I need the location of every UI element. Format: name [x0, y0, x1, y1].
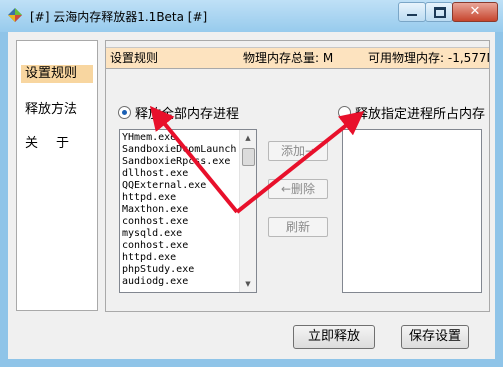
radio-release-specific[interactable]: 释放指定进程所占内存 — [338, 103, 485, 122]
client-area: 设置规则 释放方法 关于 设置规则 物理内存总量: M 可用物理内存: -1,5… — [8, 32, 495, 359]
list-item[interactable]: phpStudy.exe — [122, 264, 240, 276]
list-item[interactable]: conhost.exe — [122, 216, 240, 228]
close-button[interactable]: ✕ — [452, 2, 498, 22]
settings-panel: 设置规则 物理内存总量: M 可用物理内存: -1,577M 释放全部内存进程 … — [105, 40, 490, 312]
title-bar[interactable]: [#] 云海内存释放器1.1Beta [#] ✕ — [0, 0, 503, 32]
sidebar-item-about-label: 关于 — [25, 136, 88, 151]
radio-release-specific-label: 释放指定进程所占内存 — [355, 107, 486, 122]
add-button[interactable]: 添加→ — [268, 141, 328, 161]
list-item[interactable]: httpd.exe — [122, 252, 240, 264]
process-list[interactable]: YHmem.exe SandboxieDcomLaunch SandboxieR… — [119, 129, 257, 293]
selected-process-list[interactable] — [342, 129, 482, 293]
list-item[interactable]: httpd.exe — [122, 192, 240, 204]
scroll-down-icon[interactable]: ▼ — [240, 276, 256, 292]
radio-release-all-label: 释放全部内存进程 — [135, 107, 240, 122]
sidebar-item-settings[interactable]: 设置规则 — [21, 65, 93, 83]
refresh-button[interactable]: 刷新 — [268, 217, 328, 237]
info-bar-title: 设置规则 — [110, 51, 159, 65]
list-item[interactable]: YHmem.exe — [122, 132, 240, 144]
minimize-button[interactable] — [398, 2, 426, 22]
sidebar: 设置规则 释放方法 关于 — [16, 40, 98, 311]
available-memory-label: 可用物理内存: -1,577M — [368, 51, 489, 65]
info-bar: 设置规则 物理内存总量: M 可用物理内存: -1,577M — [106, 47, 489, 69]
list-item[interactable]: conhost.exe — [122, 240, 240, 252]
window-title: [#] 云海内存释放器1.1Beta [#] — [30, 10, 208, 24]
save-settings-button[interactable]: 保存设置 — [401, 325, 469, 349]
sidebar-item-release-method[interactable]: 释放方法 — [21, 101, 93, 119]
list-item[interactable]: QQExternal.exe — [122, 180, 240, 192]
scroll-thumb[interactable] — [242, 148, 255, 166]
list-item[interactable]: SandboxieRpcss.exe — [122, 156, 240, 168]
list-item[interactable]: Maxthon.exe — [122, 204, 240, 216]
list-item[interactable]: mysqld.exe — [122, 228, 240, 240]
app-window: [#] 云海内存释放器1.1Beta [#] ✕ 设置规则 释放方法 关于 设置… — [0, 0, 503, 367]
radio-dot-all[interactable] — [118, 106, 131, 119]
delete-button[interactable]: ←删除 — [268, 179, 328, 199]
release-now-button[interactable]: 立即释放 — [293, 325, 375, 349]
list-item[interactable]: SandboxieDcomLaunch — [122, 144, 240, 156]
scroll-up-icon[interactable]: ▲ — [240, 130, 256, 146]
maximize-button[interactable] — [425, 2, 453, 22]
list-item[interactable]: dllhost.exe — [122, 168, 240, 180]
radio-dot-specific[interactable] — [338, 106, 351, 119]
process-list-scrollbar[interactable]: ▲ ▼ — [239, 130, 256, 292]
sidebar-item-about[interactable]: 关于 — [21, 135, 93, 153]
total-memory-label: 物理内存总量: M — [243, 51, 334, 65]
list-item[interactable]: audiodg.exe — [122, 276, 240, 288]
radio-release-all[interactable]: 释放全部内存进程 — [118, 103, 239, 122]
app-icon — [8, 8, 22, 22]
